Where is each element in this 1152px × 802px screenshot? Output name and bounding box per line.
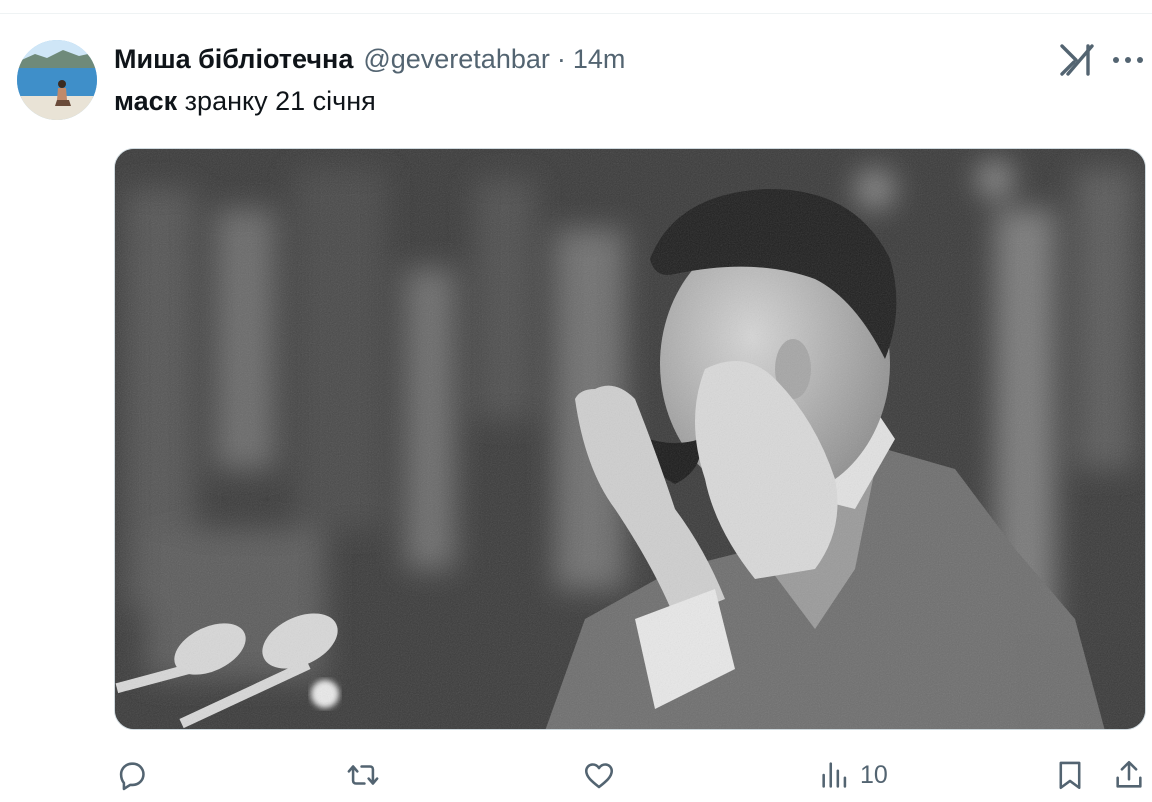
avatar-image (17, 40, 97, 120)
tweet-text-bold: маск (114, 86, 178, 116)
avatar[interactable] (17, 40, 97, 120)
reply-button[interactable] (114, 758, 148, 792)
timestamp[interactable]: 14m (573, 44, 626, 75)
like-button[interactable] (582, 758, 616, 792)
views-icon (822, 762, 847, 788)
more-icon[interactable] (1110, 48, 1146, 72)
divider-top (0, 13, 1152, 14)
tweet-text: маск зранку 21 січня (114, 86, 376, 117)
grok-icon[interactable] (1058, 42, 1098, 78)
tweet-media-image[interactable] (114, 148, 1146, 730)
display-name[interactable]: Миша бібліотечна (114, 44, 353, 75)
views-count: 10 (860, 760, 888, 789)
reply-icon (119, 762, 145, 791)
separator-dot: · (556, 43, 566, 74)
retweet-icon (347, 765, 379, 785)
tweet-text-rest: зранку 21 січня (177, 86, 376, 116)
tweet-header: Миша бібліотечна @geveretahbar · 14m (114, 42, 625, 76)
photo-illustration (115, 149, 1145, 729)
bookmark-icon (1059, 761, 1081, 790)
action-bar: 10 (0, 752, 1152, 802)
share-button[interactable] (1112, 758, 1146, 792)
retweet-button[interactable] (346, 758, 380, 792)
bookmark-button[interactable] (1053, 758, 1087, 792)
share-icon (1116, 760, 1142, 788)
views-button[interactable]: 10 (818, 758, 888, 792)
heart-icon (584, 763, 614, 789)
user-handle[interactable]: @geveretahbar (363, 44, 550, 75)
